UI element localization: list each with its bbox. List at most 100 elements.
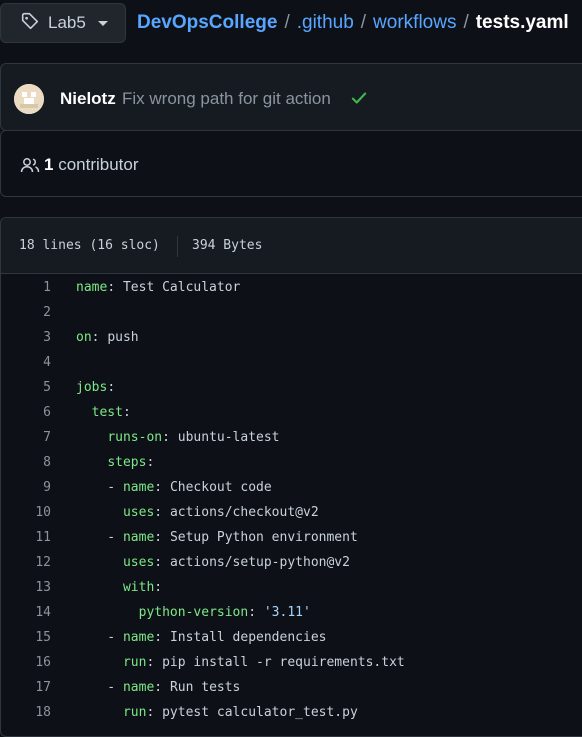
line-number[interactable]: 9 [1,475,51,500]
code-line: 16 run: pip install -r requirements.txt [1,650,582,675]
code-content: on: push [76,330,139,345]
divider [177,236,178,257]
contributors-count: 1 [44,155,54,174]
code-content: with: [122,580,163,595]
code-content: run: pytest calculator_test.py [122,705,358,720]
code-line: 12 uses: actions/setup-python@v2 [1,550,582,575]
line-number[interactable]: 1 [1,275,51,300]
yaml-key: name [122,480,155,495]
code-line: 8 steps: [1,450,582,475]
chevron-down-icon [97,20,108,26]
code-line: 15 - name: Install dependencies [1,625,582,650]
contributors-link[interactable]: 1 contributor [44,155,139,175]
line-number[interactable]: 3 [1,325,51,350]
line-number[interactable]: 16 [1,650,51,675]
code-content: jobs: [76,380,116,395]
latest-commit-box: Nielotz Fix wrong path for git action [0,63,582,131]
yaml-value: Install dependencies [169,630,327,645]
breadcrumb-separator: / [463,12,469,33]
code-content: run: pip install -r requirements.txt [122,655,405,670]
code-content: - name: Install dependencies [76,630,327,645]
line-number[interactable]: 18 [1,700,51,725]
avatar[interactable] [14,84,44,114]
breadcrumb-separator: / [360,12,367,33]
yaml-value: Run tests [169,680,241,695]
yaml-key: name [122,680,155,695]
branch-selector-button[interactable]: Lab5 [0,3,126,43]
code-line: 10 uses: actions/checkout@v2 [1,500,582,525]
yaml-value: '3.11' [263,605,311,620]
yaml-key: jobs [76,380,108,395]
line-number[interactable]: 6 [1,400,51,425]
yaml-key: run [122,655,147,670]
breadcrumb-separator: / [284,12,290,33]
yaml-value: Setup Python environment [169,530,358,545]
yaml-key: run [122,705,147,720]
code-line: 7 runs-on: ubuntu-latest [1,425,582,450]
commit-author-link[interactable]: Nielotz [60,89,116,109]
line-number[interactable]: 14 [1,600,51,625]
breadcrumb-workflows-link[interactable]: workflows [373,12,456,33]
code-line: 2 [1,300,582,325]
code-content: uses: actions/checkout@v2 [122,505,319,520]
commit-message-link[interactable]: Fix wrong path for git action [122,89,331,109]
yaml-value: ubuntu-latest [177,430,280,445]
contributors-box: 1 contributor [0,130,582,197]
line-number[interactable]: 12 [1,550,51,575]
line-number[interactable]: 11 [1,525,51,550]
breadcrumb-github-link[interactable]: .github [297,12,354,33]
yaml-value: pip install -r requirements.txt [162,655,405,670]
file-size-info: 394 Bytes [192,238,263,253]
breadcrumb-repo-link[interactable]: DevOpsCollege [137,12,277,33]
yaml-value: Test Calculator [122,280,241,295]
code-content: uses: actions/setup-python@v2 [122,555,350,570]
yaml-key: name [76,280,108,295]
code-content: - name: Run tests [76,680,241,695]
line-number[interactable]: 13 [1,575,51,600]
yaml-key: uses [122,555,155,570]
code-content: test: [91,405,131,420]
yaml-value: pytest calculator_test.py [162,705,358,720]
line-number[interactable]: 8 [1,450,51,475]
breadcrumb-file: tests.yaml [475,12,569,33]
code-line: 17 - name: Run tests [1,675,582,700]
breadcrumb: DevOpsCollege / .github / workflows / tests.ya… [137,12,569,34]
tag-icon [21,12,39,35]
code-content: - name: Setup Python environment [76,530,358,545]
yaml-key: name [122,630,155,645]
people-icon [20,156,40,179]
code-content: python-version: '3.11' [138,605,311,620]
yaml-value: actions/setup-python@v2 [169,555,350,570]
check-icon[interactable] [350,89,368,112]
contributors-label: contributor [58,155,139,174]
line-number[interactable]: 5 [1,375,51,400]
code-line: 14 python-version: '3.11' [1,600,582,625]
code-line: 1 name: Test Calculator [1,275,582,300]
line-number[interactable]: 4 [1,350,51,375]
yaml-key: steps [107,455,147,470]
code-block: 1 name: Test Calculator 2 3 on: push 4 5 jobs: 6… [1,275,582,725]
line-number[interactable]: 7 [1,425,51,450]
line-number[interactable]: 2 [1,300,51,325]
branch-label: Lab5 [48,13,86,32]
file-header: 18 lines (16 sloc) 394 Bytes [1,218,582,274]
yaml-key: with [122,580,155,595]
yaml-key: on [76,330,92,345]
yaml-value: actions/checkout@v2 [169,505,319,520]
code-line: 5 jobs: [1,375,582,400]
code-content: runs-on: ubuntu-latest [107,430,280,445]
yaml-value: push [107,330,139,345]
code-content: name: Test Calculator [76,280,241,295]
code-content: - name: Checkout code [76,480,272,495]
code-line: 6 test: [1,400,582,425]
yaml-key: test [91,405,123,420]
code-line: 4 [1,350,582,375]
line-number[interactable]: 15 [1,625,51,650]
line-number[interactable]: 17 [1,675,51,700]
file-lines-info: 18 lines (16 sloc) [19,238,160,253]
line-number[interactable]: 10 [1,500,51,525]
top-bar: Lab5 DevOpsCollege / .github / workflows / tes… [0,0,582,48]
yaml-key: runs-on [107,430,163,445]
code-line: 9 - name: Checkout code [1,475,582,500]
code-line: 18 run: pytest calculator_test.py [1,700,582,725]
